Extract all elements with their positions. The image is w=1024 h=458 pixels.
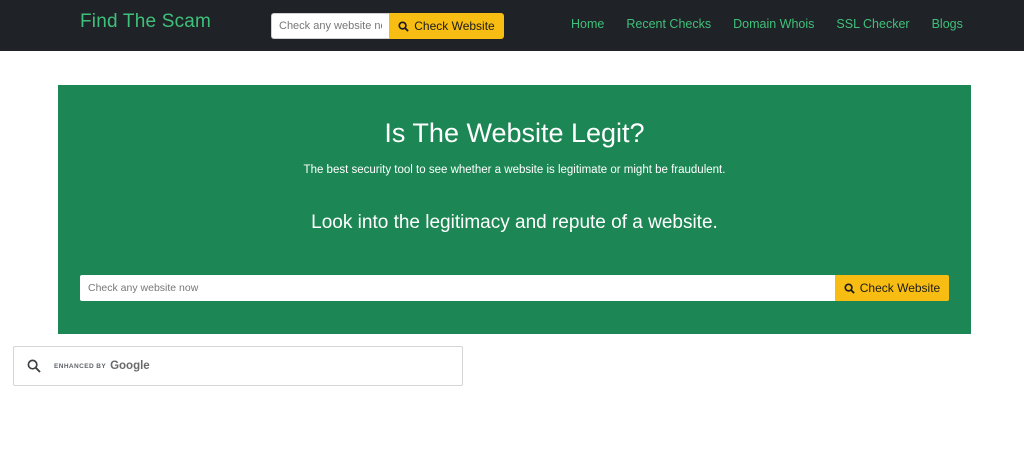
search-icon [844,282,855,294]
hero-search-form: Check Website [80,275,949,301]
hero-check-website-label: Check Website [859,281,941,295]
header-search-input[interactable] [271,13,389,39]
nav-recent-checks[interactable]: Recent Checks [615,17,722,31]
header-search-form: Check Website [271,13,504,39]
google-custom-search-box[interactable]: ENHANCED BY Google [13,346,463,386]
header-check-website-label: Check Website [414,19,495,33]
hero-check-website-button[interactable]: Check Website [835,275,949,301]
hero-tagline: Look into the legitimacy and repute of a… [311,212,718,233]
enhanced-by-label: ENHANCED BY [54,362,107,370]
main-nav: Home Recent Checks Domain Whois SSL Chec… [560,17,974,31]
enhanced-by-google: ENHANCED BY Google [54,360,150,372]
google-logo: Google [110,360,150,372]
nav-ssl-checker[interactable]: SSL Checker [825,17,920,31]
search-icon [398,20,409,32]
hero-search-input[interactable] [80,275,835,301]
nav-blogs[interactable]: Blogs [921,17,974,31]
hero-title: Is The Website Legit? [384,118,645,148]
nav-home[interactable]: Home [560,17,615,31]
top-navbar: Find The Scam Check Website Home Recent … [0,0,1024,51]
site-logo[interactable]: Find The Scam [80,11,211,33]
hero-banner: Is The Website Legit? The best security … [58,85,971,334]
nav-domain-whois[interactable]: Domain Whois [722,17,825,31]
hero-subtitle: The best security tool to see whether a … [303,164,726,176]
header-check-website-button[interactable]: Check Website [389,13,504,39]
search-icon[interactable] [26,358,42,374]
